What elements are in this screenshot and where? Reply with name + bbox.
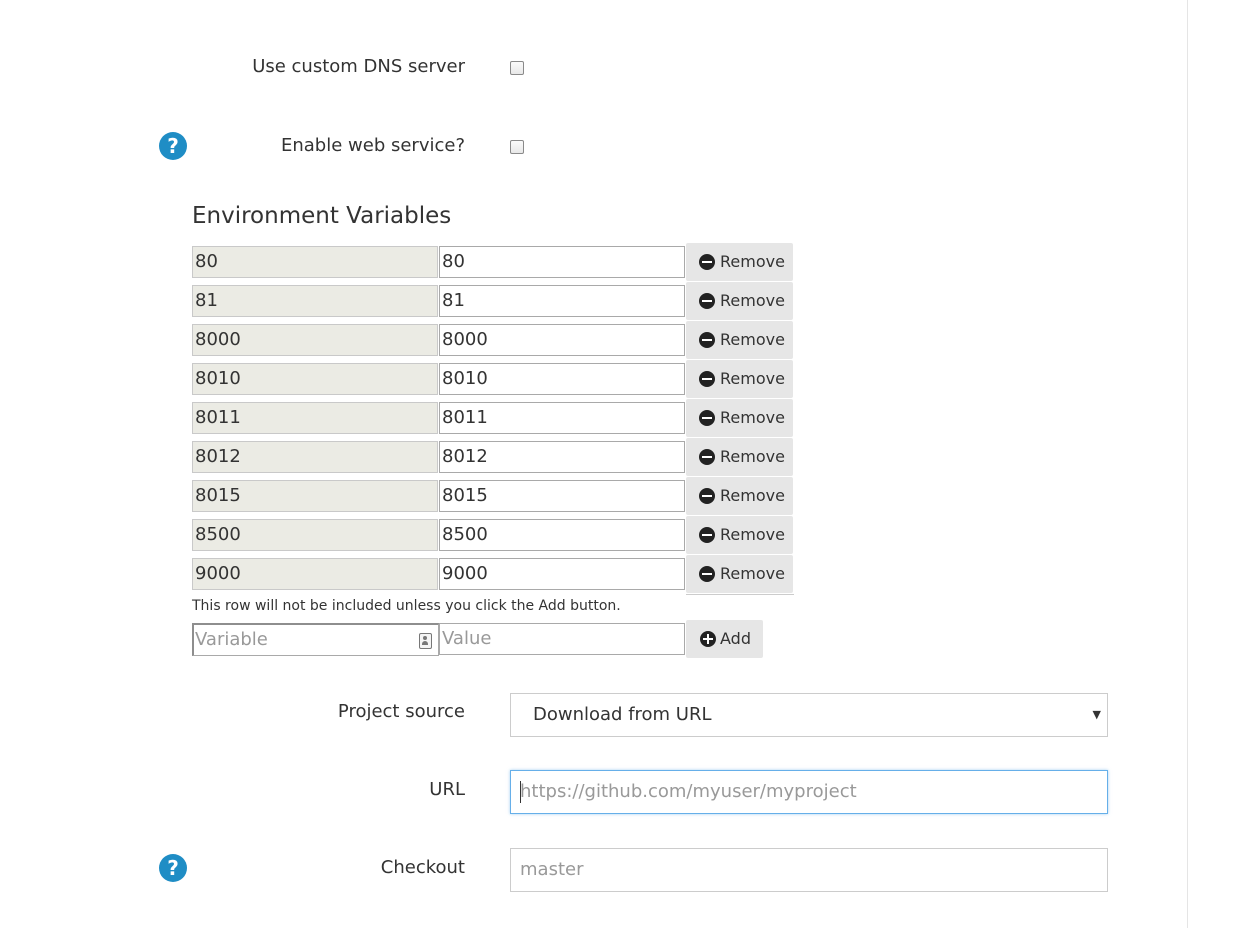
env-row: 80 80 Remove [192,243,793,281]
remove-env-label: Remove [720,291,785,310]
minus-circle-icon [699,449,715,465]
env-value-input[interactable]: 8011 [439,402,685,434]
help-checkout-icon[interactable]: ? [159,854,187,882]
checkout-label: Checkout [380,857,465,878]
minus-circle-icon [699,293,715,309]
remove-env-button[interactable]: Remove [686,360,793,398]
env-key-field: 8015 [192,480,438,512]
help-web-service-icon[interactable]: ? [159,132,187,160]
env-value-input[interactable]: 8010 [439,363,685,395]
env-key-field: 81 [192,285,438,317]
new-value-input[interactable]: Value [439,623,685,655]
env-divider [686,594,794,595]
minus-circle-icon [699,332,715,348]
add-env-button[interactable]: Add [686,620,763,658]
env-key-field: 80 [192,246,438,278]
env-key-field: 9000 [192,558,438,590]
env-value-input[interactable]: 8500 [439,519,685,551]
env-value-input[interactable]: 81 [439,285,685,317]
env-add-hint: This row will not be included unless you… [192,598,621,614]
env-vars-title: Environment Variables [192,203,452,229]
env-value-input[interactable]: 8000 [439,324,685,356]
add-env-label: Add [720,629,751,648]
remove-env-label: Remove [720,330,785,349]
env-key-field: 8010 [192,363,438,395]
remove-env-button[interactable]: Remove [686,321,793,359]
env-row: 8011 8011 Remove [192,399,793,437]
plus-circle-icon [700,631,716,647]
url-input[interactable]: https://github.com/myuser/myproject [510,770,1108,814]
env-value-input[interactable]: 8015 [439,480,685,512]
new-variable-placeholder: Variable [195,629,268,650]
minus-circle-icon [699,488,715,504]
checkout-input[interactable]: master [510,848,1108,892]
env-value-input[interactable]: 80 [439,246,685,278]
env-row: 81 81 Remove [192,282,793,320]
env-key-field: 8011 [192,402,438,434]
remove-env-button[interactable]: Remove [686,243,793,281]
checkout-placeholder: master [520,859,584,880]
minus-circle-icon [699,410,715,426]
remove-env-label: Remove [720,369,785,388]
remove-env-label: Remove [720,564,785,583]
panel-border [1187,0,1188,928]
remove-env-button[interactable]: Remove [686,282,793,320]
env-value-input[interactable]: 8012 [439,441,685,473]
new-variable-input[interactable]: Variable [192,623,439,656]
env-value-input[interactable]: 9000 [439,558,685,590]
new-value-placeholder: Value [442,628,492,649]
remove-env-label: Remove [720,525,785,544]
env-row: 9000 9000 Remove [192,555,793,593]
custom-dns-checkbox[interactable] [510,61,524,75]
project-source-select[interactable]: Download from URL ▼ [510,693,1108,737]
env-row: 8000 8000 Remove [192,321,793,359]
text-cursor [520,781,521,803]
minus-circle-icon [699,254,715,270]
web-service-checkbox[interactable] [510,140,524,154]
env-key-field: 8012 [192,441,438,473]
remove-env-label: Remove [720,408,785,427]
remove-env-button[interactable]: Remove [686,438,793,476]
url-placeholder: https://github.com/myuser/myproject [520,781,857,802]
minus-circle-icon [699,566,715,582]
remove-env-button[interactable]: Remove [686,555,793,593]
settings-form: Use custom DNS server ? Enable web servi… [0,0,1251,928]
remove-env-label: Remove [720,447,785,466]
project-source-value: Download from URL [533,704,712,725]
url-label: URL [429,779,465,800]
minus-circle-icon [699,371,715,387]
env-row: 8500 8500 Remove [192,516,793,554]
env-row: 8010 8010 Remove [192,360,793,398]
env-row: 8012 8012 Remove [192,438,793,476]
remove-env-button[interactable]: Remove [686,399,793,437]
minus-circle-icon [699,527,715,543]
env-key-field: 8500 [192,519,438,551]
web-service-label: Enable web service? [280,135,465,156]
custom-dns-label: Use custom DNS server [252,56,465,77]
env-key-field: 8000 [192,324,438,356]
remove-env-button[interactable]: Remove [686,516,793,554]
project-source-label: Project source [337,701,465,722]
remove-env-button[interactable]: Remove [686,477,793,515]
remove-env-label: Remove [720,486,785,505]
caret-down-icon: ▼ [1092,708,1101,721]
env-row: 8015 8015 Remove [192,477,793,515]
contact-card-icon[interactable] [419,633,432,649]
remove-env-label: Remove [720,252,785,271]
